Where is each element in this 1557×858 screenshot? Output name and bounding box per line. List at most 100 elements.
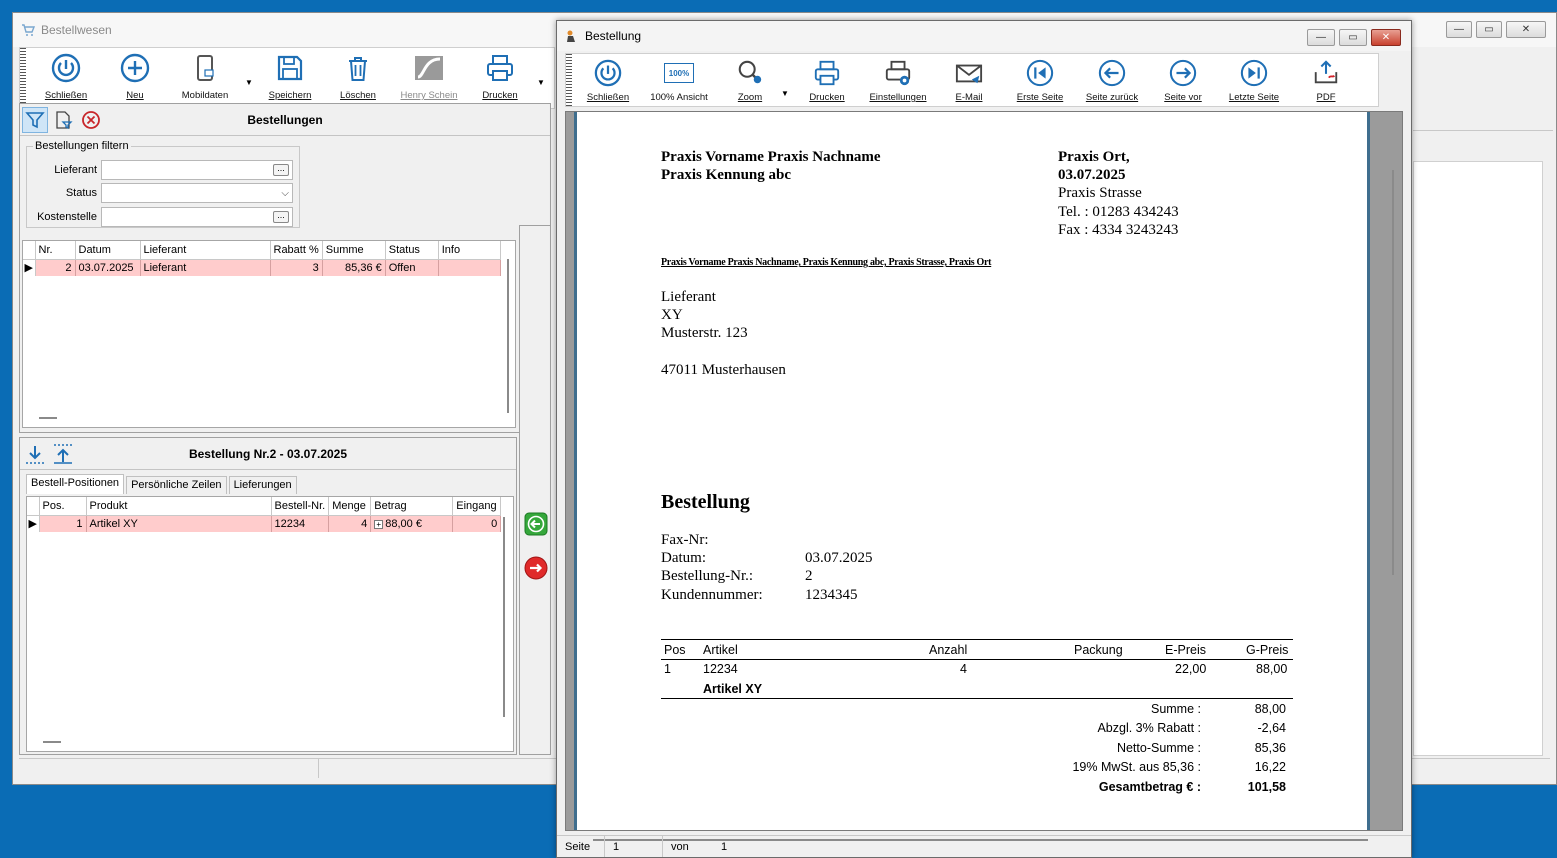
- side-button-strip: [519, 225, 551, 755]
- pdf-button[interactable]: PDF: [1290, 54, 1362, 108]
- col-header-info[interactable]: Info: [438, 241, 501, 260]
- report-schliessen-button[interactable]: Schließen: [580, 54, 636, 108]
- orders-vertical-scrollbar[interactable]: [507, 259, 509, 413]
- col-header-eingang[interactable]: Eingang: [452, 497, 502, 516]
- toolbar-grip[interactable]: [20, 48, 26, 108]
- status-total-pages: 1: [721, 840, 728, 853]
- collapse-up-button[interactable]: [50, 441, 76, 467]
- mobildaten-dropdown-icon[interactable]: ▼: [242, 48, 256, 87]
- orders-horizontal-scrollbar[interactable]: [39, 417, 57, 419]
- detail-tabs: Bestell-Positionen Persönliche Zeilen Li…: [26, 474, 297, 494]
- col-header-produkt[interactable]: Produkt: [86, 497, 272, 516]
- minimize-button[interactable]: —: [1446, 21, 1472, 38]
- schliessen-button[interactable]: Schließen: [30, 48, 102, 108]
- return-address: Praxis Vorname Praxis Nachname, Praxis K…: [661, 257, 992, 268]
- maximize-button[interactable]: ▭: [1339, 29, 1367, 46]
- cell-pos: 1: [39, 515, 87, 532]
- drucken-button[interactable]: Drucken: [466, 48, 534, 108]
- col-header-lieferant[interactable]: Lieferant: [140, 241, 271, 260]
- loeschen-button[interactable]: Löschen: [324, 48, 392, 108]
- total-value-netto: 85,36: [1254, 741, 1286, 755]
- report-drucken-button[interactable]: Drucken: [792, 54, 862, 108]
- tab-persoenliche-zeilen[interactable]: Persönliche Zeilen: [126, 476, 227, 494]
- move-left-button[interactable]: [524, 512, 548, 539]
- status-page-number: 1: [605, 836, 663, 857]
- th-gpreis: G-Preis: [1246, 643, 1289, 657]
- sender-id: Praxis Kennung abc: [661, 167, 792, 183]
- zoom-100-icon: 100%: [663, 58, 695, 88]
- expand-plus-icon[interactable]: +: [374, 519, 384, 529]
- item-gpreis: 88,00: [1256, 662, 1288, 676]
- cell-summe: 85,36 €: [322, 259, 386, 276]
- email-button[interactable]: E-Mail: [934, 54, 1004, 108]
- kostenstelle-field[interactable]: ...: [101, 207, 293, 227]
- col-header-datum[interactable]: Datum: [75, 241, 141, 260]
- preview-vertical-scrollbar[interactable]: [1392, 170, 1394, 575]
- zoom-icon: [735, 58, 765, 88]
- status-select[interactable]: ⌵: [101, 183, 293, 203]
- letzte-seite-button[interactable]: Letzte Seite: [1218, 54, 1290, 108]
- red-arrow-right-icon: [524, 556, 548, 580]
- table-row[interactable]: ▶ 2 03.07.2025 Lieferant 3 85,36 € Offen: [23, 259, 501, 276]
- recipient-line-1: Lieferant: [661, 289, 716, 305]
- recipient-line-3: Musterstr. 123: [661, 325, 748, 341]
- tab-bestell-positionen[interactable]: Bestell-Positionen: [26, 474, 125, 494]
- printer-icon: [484, 52, 516, 84]
- speichern-button[interactable]: Speichern: [256, 48, 324, 108]
- zoom-100-button[interactable]: 100% 100% Ansicht: [636, 54, 722, 108]
- zoom-button[interactable]: Zoom: [722, 54, 778, 108]
- table-bottom-rule: [661, 698, 1293, 699]
- col-header-menge[interactable]: Menge: [328, 497, 372, 516]
- toolbar-grip[interactable]: [566, 54, 572, 106]
- col-header-status[interactable]: Status: [385, 241, 439, 260]
- table-row[interactable]: ▶ 1 Artikel XY 12234 4 +88,00 € 0: [27, 515, 502, 532]
- positions-horizontal-scrollbar[interactable]: [43, 741, 61, 743]
- pdf-export-icon: [1311, 58, 1341, 88]
- drucken-dropdown-icon[interactable]: ▼: [534, 48, 548, 87]
- henry-schein-button[interactable]: Henry Schein: [392, 48, 466, 108]
- erste-seite-button[interactable]: Erste Seite: [1004, 54, 1076, 108]
- ellipsis-button[interactable]: ...: [273, 164, 289, 176]
- th-packung: Packung: [1074, 643, 1123, 657]
- clear-filter-button[interactable]: [78, 107, 104, 133]
- document-preview[interactable]: Praxis Vorname Praxis Nachname Praxis Ke…: [565, 111, 1403, 831]
- report-window-title: Bestellung: [585, 29, 642, 43]
- first-page-icon: [1025, 58, 1055, 88]
- mobildaten-button[interactable]: Mobildaten: [168, 48, 242, 108]
- seite-zurueck-button[interactable]: Seite zurück: [1076, 54, 1148, 108]
- total-label-summe: Summe :: [1150, 702, 1201, 716]
- minimize-button[interactable]: —: [1307, 29, 1335, 46]
- cell-menge: 4: [328, 515, 372, 532]
- tab-lieferungen[interactable]: Lieferungen: [228, 476, 297, 494]
- col-header-pos[interactable]: Pos.: [39, 497, 87, 516]
- expand-down-button[interactable]: [22, 441, 48, 467]
- ellipsis-button[interactable]: ...: [273, 211, 289, 223]
- seite-vor-button[interactable]: Seite vor: [1148, 54, 1218, 108]
- save-icon: [274, 52, 306, 84]
- filter-document-button[interactable]: [50, 107, 76, 133]
- zoom-dropdown-icon[interactable]: ▼: [778, 54, 792, 106]
- total-label-gesamt: Gesamtbetrag € :: [1098, 780, 1201, 794]
- main-window-title: Bestellwesen: [41, 23, 112, 37]
- filter-button[interactable]: [22, 106, 48, 133]
- positions-vertical-scrollbar[interactable]: [503, 517, 505, 717]
- close-button[interactable]: ✕: [1371, 29, 1401, 46]
- col-header-nr[interactable]: Nr.: [35, 241, 76, 260]
- col-header-bestellnr[interactable]: Bestell-Nr.: [271, 497, 330, 516]
- recipient-line-4: 47011 Musterhausen: [661, 362, 786, 378]
- meta-label-fax: Fax-Nr:: [661, 532, 709, 548]
- col-header-summe[interactable]: Summe: [322, 241, 386, 260]
- status-page-label: Seite: [557, 836, 605, 857]
- einstellungen-button[interactable]: Einstellungen: [862, 54, 934, 108]
- neu-button[interactable]: Neu: [102, 48, 168, 108]
- col-header-betrag[interactable]: Betrag: [370, 497, 454, 516]
- move-right-button[interactable]: [524, 556, 548, 583]
- arrow-left-icon: [1097, 58, 1127, 88]
- trash-icon: [342, 52, 374, 84]
- printer-icon: [812, 58, 842, 88]
- col-header-rabatt[interactable]: Rabatt %: [270, 241, 323, 260]
- lieferant-field[interactable]: ...: [101, 160, 293, 180]
- maximize-button[interactable]: ▭: [1476, 21, 1502, 38]
- th-epreis: E-Preis: [1165, 643, 1206, 657]
- close-button[interactable]: ✕: [1506, 21, 1546, 38]
